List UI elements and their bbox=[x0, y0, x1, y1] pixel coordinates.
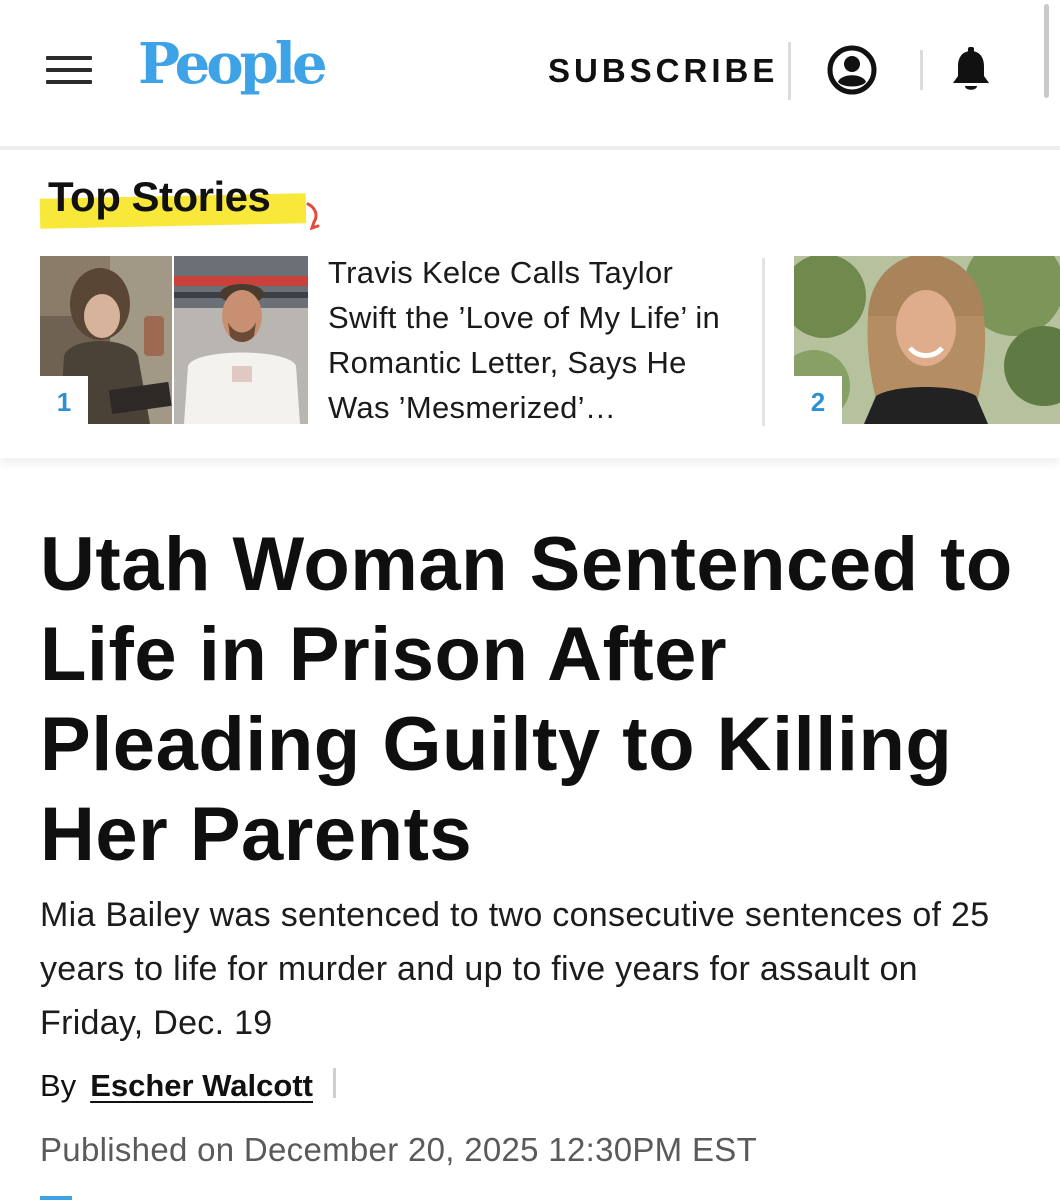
scrollbar[interactable] bbox=[1044, 4, 1049, 98]
rank-badge: 2 bbox=[794, 376, 842, 424]
people-logo[interactable]: People bbox=[138, 36, 328, 92]
byline: By Escher Walcott bbox=[40, 1064, 336, 1108]
squiggle-accent-icon bbox=[306, 202, 320, 230]
article-headline: Utah Woman Sentenced to Life in Prison A… bbox=[40, 522, 1013, 877]
top-story-item[interactable]: 2 bbox=[794, 256, 1060, 424]
top-story-item[interactable]: 1 Travis Kelce Calls Taylor Swift the ’L… bbox=[40, 255, 740, 425]
header-divider bbox=[920, 50, 923, 90]
site-header: People SUBSCRIBE bbox=[0, 0, 1060, 146]
story-thumbnail-right bbox=[174, 256, 308, 424]
top-stories-section: Top Stories 1 Travis Kelce Calls Taylor … bbox=[0, 150, 1060, 458]
header-divider bbox=[788, 42, 791, 100]
rank-badge: 1 bbox=[40, 376, 88, 424]
subscribe-button[interactable]: SUBSCRIBE bbox=[548, 54, 778, 87]
published-date: Published on December 20, 2025 12:30PM E… bbox=[40, 1131, 758, 1168]
top-stories-heading-wrap: Top Stories bbox=[39, 173, 320, 230]
article-dek: Mia Bailey was sentenced to two consecut… bbox=[40, 896, 990, 1042]
author-link[interactable]: Escher Walcott bbox=[90, 1068, 313, 1103]
top-stories-heading: Top Stories bbox=[48, 173, 271, 220]
account-icon[interactable] bbox=[826, 44, 878, 96]
bell-icon[interactable] bbox=[948, 46, 994, 94]
menu-icon[interactable] bbox=[46, 56, 92, 86]
content-marker bbox=[40, 1196, 72, 1200]
byline-prefix: By bbox=[40, 1068, 77, 1103]
byline-divider bbox=[333, 1068, 336, 1098]
top-story-title[interactable]: Travis Kelce Calls Taylor Swift the ’Lov… bbox=[328, 250, 728, 430]
top-stories-divider bbox=[762, 258, 765, 426]
